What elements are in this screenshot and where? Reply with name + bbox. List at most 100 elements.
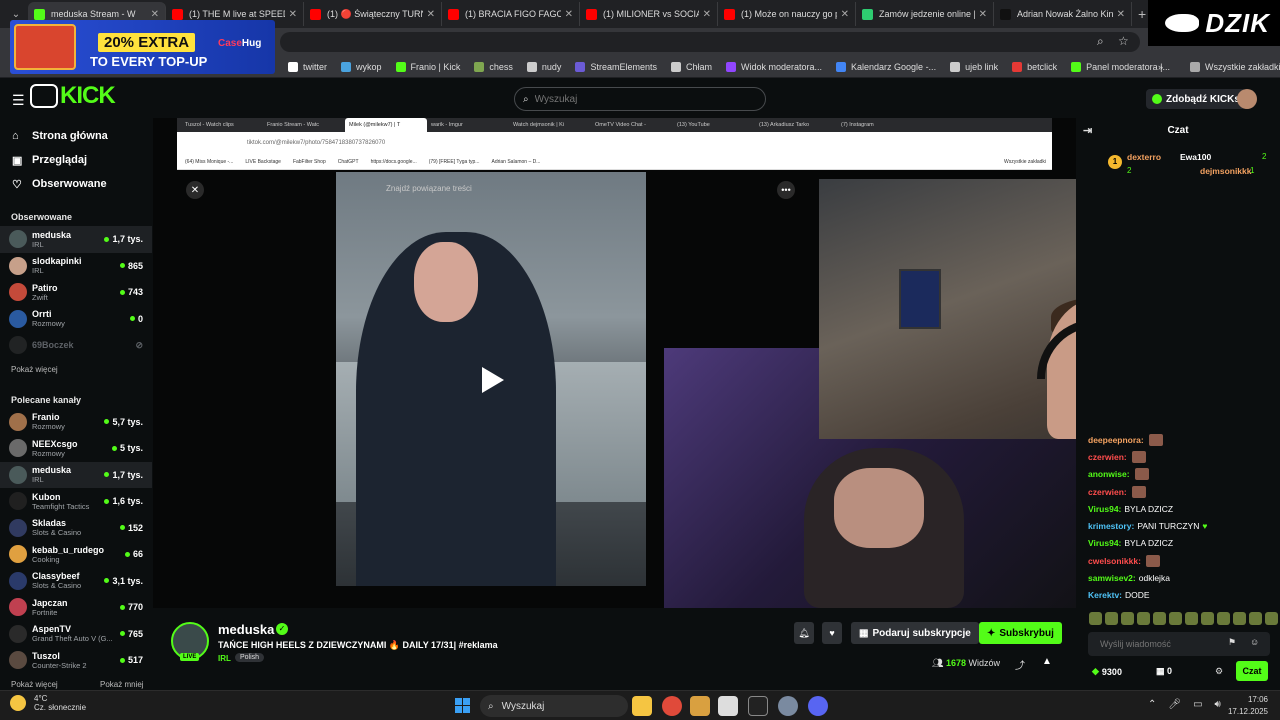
emote-icon[interactable] [1153,612,1166,625]
sidebar-channel[interactable]: Skladas Slots & Casino 152 [0,515,152,542]
tray-chevron-icon[interactable]: ⌃ [1148,699,1156,710]
weather-widget[interactable]: 4°C Cz. słonecznie [10,694,86,712]
search-bar[interactable]: ⌕ [514,87,766,111]
taskbar-search[interactable]: ⌕ Wyszukaj [480,695,628,717]
search-input[interactable] [534,93,735,105]
send-chat-button[interactable]: Czat [1236,661,1268,681]
gift-count[interactable]: ▦ 0 [1156,666,1172,677]
chat-username[interactable]: anonwise: [1088,469,1130,479]
report-icon[interactable]: ▲ [1042,656,1052,667]
epic-games-icon[interactable] [748,696,768,716]
chat-input-box[interactable]: ⚑ ☺ [1088,632,1270,656]
emote-icon[interactable] [1185,612,1198,625]
network-icon[interactable]: ▭ [1193,699,1202,710]
notification-bell-button[interactable]: 🔔︎ [794,622,814,644]
microphone-icon[interactable]: 🎤︎ [1168,699,1181,710]
bookmark-item[interactable]: Chłam [670,61,712,72]
chat-username[interactable]: czerwien: [1088,487,1127,497]
sidebar-channel[interactable]: meduska IRL 1,7 tys. [0,226,152,253]
streamer-name[interactable]: meduska [218,622,274,637]
app-icon[interactable] [690,696,710,716]
new-tab-button[interactable]: + [1138,6,1146,22]
sidebar-channel[interactable]: Classybeef Slots & Casino 3,1 tys. [0,568,152,595]
bookmark-item[interactable]: Panel moderatora |... [1071,61,1170,72]
chat-username[interactable]: czerwien: [1088,452,1127,462]
sidebar-channel[interactable]: meduska IRL 1,7 tys. [0,461,152,488]
browser-tab[interactable]: (1) BRACIA FIGO FAGOT ✕ [442,2,580,26]
browser-tab[interactable]: (1) 🔴 Świąteczny TURNI ✕ [304,2,442,26]
chat-username[interactable]: krimestory: [1088,521,1134,531]
browser-tab[interactable]: (1) MILIONER vs SOCIALI✕ [580,2,718,26]
kick-emote-icon[interactable]: ⚑ [1228,637,1236,648]
start-button[interactable] [455,698,470,713]
sidebar-channel[interactable]: AspenTV Grand Theft Auto V (G... 765 [0,621,152,648]
bookmark-item[interactable]: wykop [341,61,382,72]
user-avatar[interactable] [1237,89,1257,109]
collapse-chat-icon[interactable]: ⇥ [1083,124,1092,137]
discord-icon[interactable] [808,696,828,716]
emote-icon[interactable] [1121,612,1134,625]
close-tab-icon[interactable]: ✕ [841,9,849,20]
bookmark-item[interactable]: betclick [1012,61,1057,72]
all-bookmarks[interactable]: Wszystkie zakładki [1190,61,1280,72]
gear-icon[interactable]: ⚙ [1215,666,1223,677]
close-tab-icon[interactable]: ✕ [979,9,987,20]
share-icon[interactable]: ⤴ [1015,657,1025,672]
bookmark-item[interactable]: Franio | Kick [395,61,460,72]
chat-username[interactable]: Virus94: [1088,504,1121,514]
chat-username[interactable]: Virus94: [1088,538,1121,548]
browser-tab[interactable]: (1) Może on nauczy go pr ✕ [718,2,856,26]
show-more-recommended[interactable]: Pokaż więcej [11,680,58,689]
emote-icon[interactable] [1089,612,1102,625]
omnibox[interactable] [280,32,1140,52]
browser-tab[interactable]: Adrian Nowak Żalno Kin ✕ [994,2,1132,26]
gift-sub-button[interactable]: ▦ Podaruj subskrypcje [851,622,979,644]
chat-username[interactable]: deepeepnora: [1088,435,1144,445]
bookmark-star-icon[interactable]: ☆ [1118,34,1129,48]
sidebar-channel[interactable]: Franio Rozmowy 5,7 tys. [0,409,152,436]
menu-icon[interactable]: ☰ [12,92,26,109]
emote-icon[interactable] [1169,612,1182,625]
bookmark-item[interactable]: StreamElements [575,61,657,72]
emote-icon[interactable] [1201,612,1214,625]
chrome-icon[interactable] [662,696,682,716]
follow-heart-button[interactable]: ♥ [822,622,842,644]
sidebar-channel[interactable]: Orrti Rozmowy 0 [0,306,152,333]
close-tab-icon[interactable]: ✕ [1117,9,1125,20]
emote-icon[interactable] [1217,612,1230,625]
sidebar-channel[interactable]: 69Boczek ⊘ [0,332,152,359]
emote-icon[interactable] [1233,612,1246,625]
sidebar-channel[interactable]: Patiro Zwift 743 [0,279,152,306]
stream-category[interactable]: IRL [218,654,231,663]
bookmark-item[interactable]: nudy [526,61,561,72]
app-icon[interactable] [718,696,738,716]
sidebar-channel[interactable]: Kubon Teamfight Tactics 1,6 tys. [0,488,152,515]
close-tab-icon[interactable]: ✕ [565,9,573,20]
language-tag[interactable]: Polish [235,653,265,662]
sidebar-channel[interactable]: kebab_u_rudego Cooking 66 [0,541,152,568]
subscribe-button[interactable]: ✦ Subskrybuj [979,622,1062,644]
file-explorer-icon[interactable] [632,696,652,716]
bookmark-item[interactable]: twitter [288,61,327,72]
close-tab-icon[interactable]: ✕ [427,9,435,20]
emote-icon[interactable] [1137,612,1150,625]
emote-icon[interactable] [1249,612,1262,625]
browser-tab[interactable]: Zamów jedzenie online | ✕ [856,2,994,26]
get-kicks-button[interactable]: Zdobądź KICKs [1146,89,1246,109]
show-more-followed[interactable]: Pokaż więcej [0,361,152,379]
chat-input[interactable] [1100,639,1220,649]
sidebar-channel[interactable]: slodkapinki IRL 865 [0,253,152,280]
bookmark-item[interactable]: Widok moderatora... [725,61,822,72]
chat-username[interactable]: cwelsonikkk: [1088,556,1141,566]
settings-icon[interactable] [778,696,798,716]
channel-points[interactable]: ◆ 9300 [1092,666,1122,677]
volume-icon[interactable]: 🔊︎ [1215,699,1221,710]
sidebar-channel[interactable]: Tuszol Counter-Strike 2 517 [0,647,152,674]
bookmarks-overflow-icon[interactable]: » [1158,62,1163,72]
sidebar-channel[interactable]: Japczan Fortnite 770 [0,594,152,621]
close-tab-icon[interactable]: ✕ [703,9,711,20]
sidebar-nav-item[interactable]: ♡ Obserwowane [0,172,152,196]
emoji-icon[interactable]: ☺ [1250,637,1259,647]
close-tab-icon[interactable]: ✕ [151,9,159,20]
kick-logo[interactable]: KICK [30,82,116,109]
